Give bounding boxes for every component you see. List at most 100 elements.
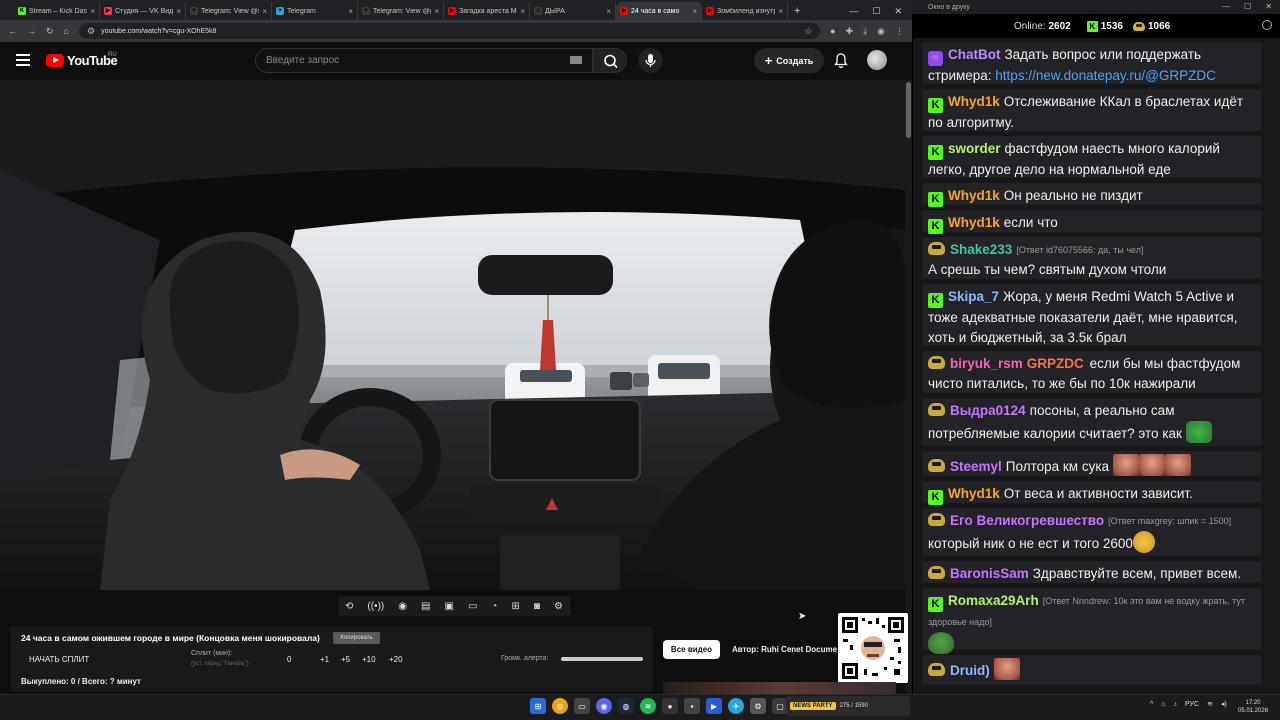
steam-icon[interactable]: ◍ (618, 698, 634, 714)
page-scrollbar-thumb[interactable] (906, 82, 911, 138)
chat-username[interactable]: Steemyl (950, 459, 1002, 474)
settings-gear-icon[interactable]: ⚙ (554, 601, 563, 612)
minimize-icon[interactable]: — (849, 2, 858, 20)
start-split-button[interactable]: НАЧАТЬ СПЛИТ (29, 655, 89, 664)
chat-username[interactable]: Skipa_7 (948, 289, 999, 304)
split-plus-5-button[interactable]: +5 (341, 655, 350, 664)
chat-username[interactable]: Whyd1k (948, 94, 1000, 109)
chat-username[interactable]: Shake233 (950, 242, 1012, 257)
copy-button[interactable]: Копировать (333, 632, 380, 644)
theater-icon[interactable]: ▭ (468, 601, 477, 612)
extension-icon[interactable]: ● (830, 26, 835, 36)
profile-icon[interactable]: ◉ (877, 26, 885, 37)
app-icon[interactable]: ▪ (684, 698, 700, 714)
speed-gauge-icon[interactable]: ◔ (491, 601, 497, 612)
discord-icon[interactable]: ◉ (596, 698, 612, 714)
tab-close-icon[interactable]: × (434, 7, 439, 16)
spotify-icon[interactable]: ≋ (640, 698, 656, 714)
video-player[interactable] (0, 80, 905, 590)
speaker-icon[interactable]: ◂) (1221, 700, 1227, 708)
search-button[interactable] (593, 48, 627, 73)
voice-search-button[interactable] (638, 48, 663, 73)
extensions-puzzle-icon[interactable]: ✚ (846, 26, 854, 37)
obs-icon[interactable]: ● (662, 698, 678, 714)
forward-icon[interactable]: → (27, 26, 36, 36)
user-avatar[interactable] (867, 50, 887, 70)
tab-close-icon[interactable]: × (520, 7, 525, 16)
video-author[interactable]: Автор: Ruhi Cenet Docume (732, 645, 837, 654)
notifications-bell-icon[interactable] (834, 53, 848, 73)
chat-username[interactable]: Romaxa29Arh (948, 593, 1039, 608)
tab-close-icon[interactable]: × (348, 7, 353, 16)
chat-minimize-icon[interactable]: — (1222, 0, 1230, 14)
tab-close-icon[interactable]: × (606, 7, 611, 16)
chat-close-icon[interactable]: ✕ (1265, 0, 1272, 14)
news-party-widget[interactable]: NEWS PARTY 275 / 1590 (786, 696, 910, 716)
tab-close-icon[interactable]: × (176, 7, 181, 16)
tray-chevron-icon[interactable]: ^ (1150, 701, 1153, 708)
settings-app-icon[interactable]: ⚙ (750, 698, 766, 714)
home-icon[interactable]: ⌂ (64, 26, 69, 36)
browser-tab[interactable]: ✈ Telegram × (272, 2, 358, 20)
chat-username[interactable]: Whyd1k (948, 486, 1000, 501)
chat-username[interactable]: ChatBot (948, 47, 1001, 62)
maximize-icon[interactable]: ☐ (872, 2, 880, 20)
browser-tab[interactable]: ▶ Загадка ареста Ma × (444, 2, 530, 20)
youtube-logo[interactable]: YouTube (46, 53, 118, 68)
browser-tab[interactable]: ▶ Зомбиленд изнутр × (702, 2, 788, 20)
taskbar-clock[interactable]: 17:20 05.01.2026 (1238, 699, 1268, 715)
browser-menu-icon[interactable]: ⋮ (895, 26, 904, 37)
add-playlist-icon[interactable]: ⊞ (511, 601, 519, 612)
hamburger-menu-icon[interactable] (16, 54, 30, 66)
chat-username[interactable]: Выдра0124 (950, 403, 1026, 418)
search-input[interactable]: Введите запрос (255, 48, 593, 73)
file-explorer-icon[interactable]: ▭ (574, 698, 590, 714)
keyboard-language[interactable]: РУС (1185, 701, 1199, 708)
chat-username[interactable]: Druid) (950, 663, 990, 678)
alert-volume-slider[interactable] (561, 657, 643, 661)
download-icon[interactable]: ⤓ (863, 26, 867, 37)
create-button[interactable]: + Создать (754, 48, 824, 73)
screenshot-camera-icon[interactable]: ◙ (534, 601, 540, 612)
donate-link[interactable]: https://new.donatepay.ru/@GRPZDC (995, 68, 1216, 83)
chat-username[interactable]: Whyd1k (948, 188, 1000, 203)
browser-tab[interactable]: ✈ Telegram: View @g × (358, 2, 444, 20)
bookmark-star-icon[interactable]: ☆ (804, 26, 812, 37)
browser-tab[interactable]: ▶ 24 часа в само × (616, 2, 702, 20)
split-plus-10-button[interactable]: +10 (362, 655, 376, 664)
chrome-icon[interactable]: ◎ (552, 698, 568, 714)
mention-username[interactable]: GRPZDC (1027, 356, 1084, 371)
browser-tab[interactable]: KStream – Kick Dashb× (14, 2, 100, 20)
page-scrollbar-track[interactable] (905, 80, 912, 694)
back-icon[interactable]: ← (8, 26, 17, 36)
chat-maximize-icon[interactable]: ☐ (1244, 0, 1251, 14)
split-plus-1-button[interactable]: +1 (320, 655, 329, 664)
split-plus-20-button[interactable]: +20 (389, 655, 403, 664)
next-video-thumbnail[interactable] (663, 682, 896, 694)
chat-username[interactable]: BaronisSam (950, 566, 1029, 581)
volume-icon[interactable]: ♪ (1174, 701, 1178, 708)
chat-settings-icon[interactable] (1262, 20, 1272, 30)
close-window-icon[interactable]: ✕ (894, 2, 902, 20)
chat-username[interactable]: sworder (948, 141, 1001, 156)
media-player-icon[interactable]: ▶ (706, 698, 722, 714)
tab-close-icon[interactable]: × (90, 7, 95, 16)
browser-tab[interactable]: ◎ ДЫРА × (530, 2, 616, 20)
network-icon[interactable]: ⌂ (1161, 701, 1165, 708)
clapper-icon[interactable]: ▤ (421, 601, 430, 612)
reload-icon[interactable]: ↻ (46, 26, 54, 37)
telegram-icon[interactable]: ✈ (728, 698, 744, 714)
chat-username[interactable]: Whyd1k (948, 215, 1000, 230)
tab-close-icon[interactable]: × (778, 7, 783, 16)
loop-icon[interactable]: ⟲ (345, 601, 353, 612)
keyboard-icon[interactable] (570, 56, 582, 64)
watch-eye-icon[interactable]: ◉ (398, 601, 407, 612)
broadcast-icon[interactable]: ((•)) (367, 601, 384, 612)
browser-tab[interactable]: ▶Студия — VK Видео× (100, 2, 186, 20)
site-info-icon[interactable]: ⚙ (87, 26, 95, 37)
picture-in-picture-icon[interactable]: ▣ (444, 601, 453, 612)
tab-close-icon[interactable]: × (262, 7, 267, 16)
address-bar[interactable]: ⚙ youtube.com/watch?v=cgu-XOhE5k8 ☆ (78, 23, 821, 39)
browser-tab[interactable]: ✈ Telegram: View @s × (186, 2, 272, 20)
chat-username[interactable]: biryuk_rsm (950, 356, 1023, 371)
